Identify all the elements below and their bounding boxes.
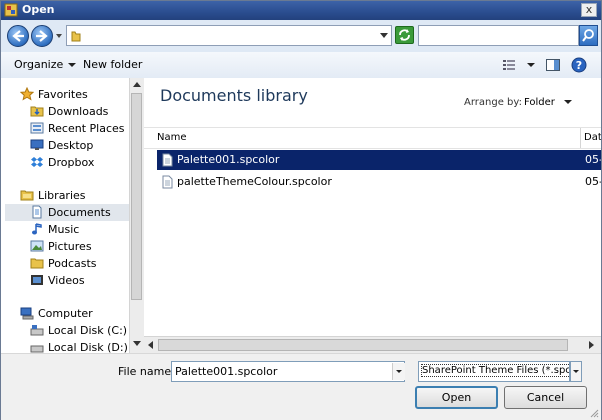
scroll-right-arrow-icon[interactable] (589, 341, 594, 349)
file-list-horizontal-scrollbar[interactable] (144, 336, 601, 353)
nav-libraries[interactable]: Libraries (20, 187, 125, 204)
search-icon (582, 29, 594, 42)
library-title: Documents library (160, 86, 308, 105)
file-name-dropdown[interactable] (392, 363, 405, 380)
chevron-down-icon (573, 370, 579, 373)
chevron-down-icon (68, 63, 77, 67)
back-arrow-icon (12, 30, 24, 42)
preview-pane-icon[interactable] (545, 57, 561, 73)
back-button[interactable] (7, 25, 29, 47)
scroll-down-arrow-icon[interactable] (133, 341, 141, 346)
file-name-input[interactable]: Palette001.spcolor (171, 361, 405, 382)
nav-item-local-disk-c[interactable]: Local Disk (C:) (30, 322, 127, 339)
nav-item-documents[interactable]: Documents (5, 204, 129, 221)
file-name: Palette001.spcolor (177, 153, 280, 166)
file-type-value: SharePoint Theme Files (*.spcolor) (421, 364, 569, 377)
file-row[interactable]: paletteThemeColour.spcolor 05- (157, 172, 601, 192)
address-row (1, 20, 601, 53)
new-folder-button[interactable]: New folder (83, 58, 142, 71)
refresh-icon (399, 29, 410, 41)
open-button[interactable]: Open (415, 386, 498, 409)
nav-item-local-disk-d[interactable]: Local Disk (D:) (30, 339, 128, 353)
forward-button[interactable] (31, 25, 53, 47)
local-disk-icon (30, 345, 44, 353)
view-options-dropdown-icon[interactable] (523, 57, 539, 73)
nav-computer[interactable]: Computer (20, 305, 125, 322)
dialog-footer: File name: Palette001.spcolor SharePoint… (1, 353, 601, 420)
file-icon (162, 175, 173, 189)
file-list-pane: Documents library Arrange by: Folder Nam… (144, 78, 601, 353)
column-date[interactable]: Dat (584, 132, 601, 143)
desktop-icon (30, 139, 44, 150)
close-button[interactable]: x (581, 3, 597, 17)
view-list-icon[interactable] (501, 57, 517, 73)
scrollbar-thumb[interactable] (131, 93, 142, 300)
nav-item-podcasts[interactable]: Podcasts (30, 255, 125, 272)
star-icon (20, 87, 34, 101)
dropbox-icon (31, 157, 43, 167)
window-title: Open (22, 3, 55, 16)
resize-grip-icon[interactable] (589, 408, 599, 418)
arrange-by-dropdown[interactable]: Folder (524, 97, 572, 108)
videos-icon (31, 275, 43, 285)
column-name[interactable]: Name (157, 132, 187, 143)
title-bar[interactable]: Open x (1, 1, 601, 20)
address-bar[interactable] (66, 25, 392, 46)
forward-arrow-icon (36, 30, 48, 42)
downloads-folder-icon (30, 106, 44, 117)
nav-item-recent-places[interactable]: Recent Places (30, 120, 125, 137)
cancel-button[interactable]: Cancel (504, 386, 587, 409)
open-dialog: Open x Organize New folder ? Favorites D… (0, 0, 602, 420)
nav-item-downloads[interactable]: Downloads (30, 103, 125, 120)
file-date: 05- (585, 175, 601, 188)
nav-item-desktop[interactable]: Desktop (30, 137, 125, 154)
help-icon[interactable]: ? (571, 57, 587, 73)
organize-menu[interactable]: Organize (14, 58, 77, 71)
file-type-select[interactable]: SharePoint Theme Files (*.spcolor) (418, 361, 570, 382)
file-icon (162, 153, 173, 167)
file-row[interactable]: Palette001.spcolor 05- (157, 150, 601, 170)
chevron-down-icon (396, 370, 402, 373)
column-header: Name Dat (144, 127, 601, 149)
local-disk-icon (30, 325, 44, 336)
file-name-label: File name: (118, 365, 175, 378)
refresh-button[interactable] (395, 26, 414, 44)
recent-pages-dropdown-icon[interactable] (55, 32, 63, 40)
nav-item-videos[interactable]: Videos (30, 272, 125, 289)
podcasts-folder-icon (30, 258, 44, 269)
navigation-pane: Favorites Downloads Recent Places Deskto… (1, 78, 130, 353)
arrange-by-label: Arrange by: (464, 97, 522, 108)
scroll-left-arrow-icon[interactable] (148, 341, 153, 349)
svg-text:?: ? (576, 59, 582, 72)
folder-icon (71, 31, 81, 42)
nav-favorites[interactable]: Favorites (20, 86, 125, 103)
column-divider[interactable] (580, 128, 581, 148)
music-icon (32, 223, 42, 235)
computer-icon (20, 307, 34, 320)
command-bar: Organize New folder ? (1, 52, 601, 79)
scroll-up-arrow-icon[interactable] (133, 82, 141, 87)
scrollbar-thumb[interactable] (158, 339, 568, 351)
address-dropdown-icon[interactable] (380, 33, 388, 39)
nav-item-dropbox[interactable]: Dropbox (30, 154, 125, 171)
recent-places-icon (30, 122, 44, 134)
pictures-icon (30, 240, 44, 252)
file-type-dropdown[interactable] (570, 361, 582, 382)
search-input[interactable] (418, 25, 579, 46)
nav-item-pictures[interactable]: Pictures (30, 238, 125, 255)
chevron-down-icon (563, 100, 572, 104)
navigation-scrollbar[interactable] (129, 78, 144, 353)
search-button[interactable] (579, 25, 598, 46)
file-name: paletteThemeColour.spcolor (177, 175, 332, 188)
nav-item-music[interactable]: Music (30, 221, 125, 238)
libraries-icon (20, 190, 34, 201)
app-icon (4, 3, 18, 17)
documents-icon (32, 205, 42, 219)
file-date: 05- (585, 153, 601, 166)
